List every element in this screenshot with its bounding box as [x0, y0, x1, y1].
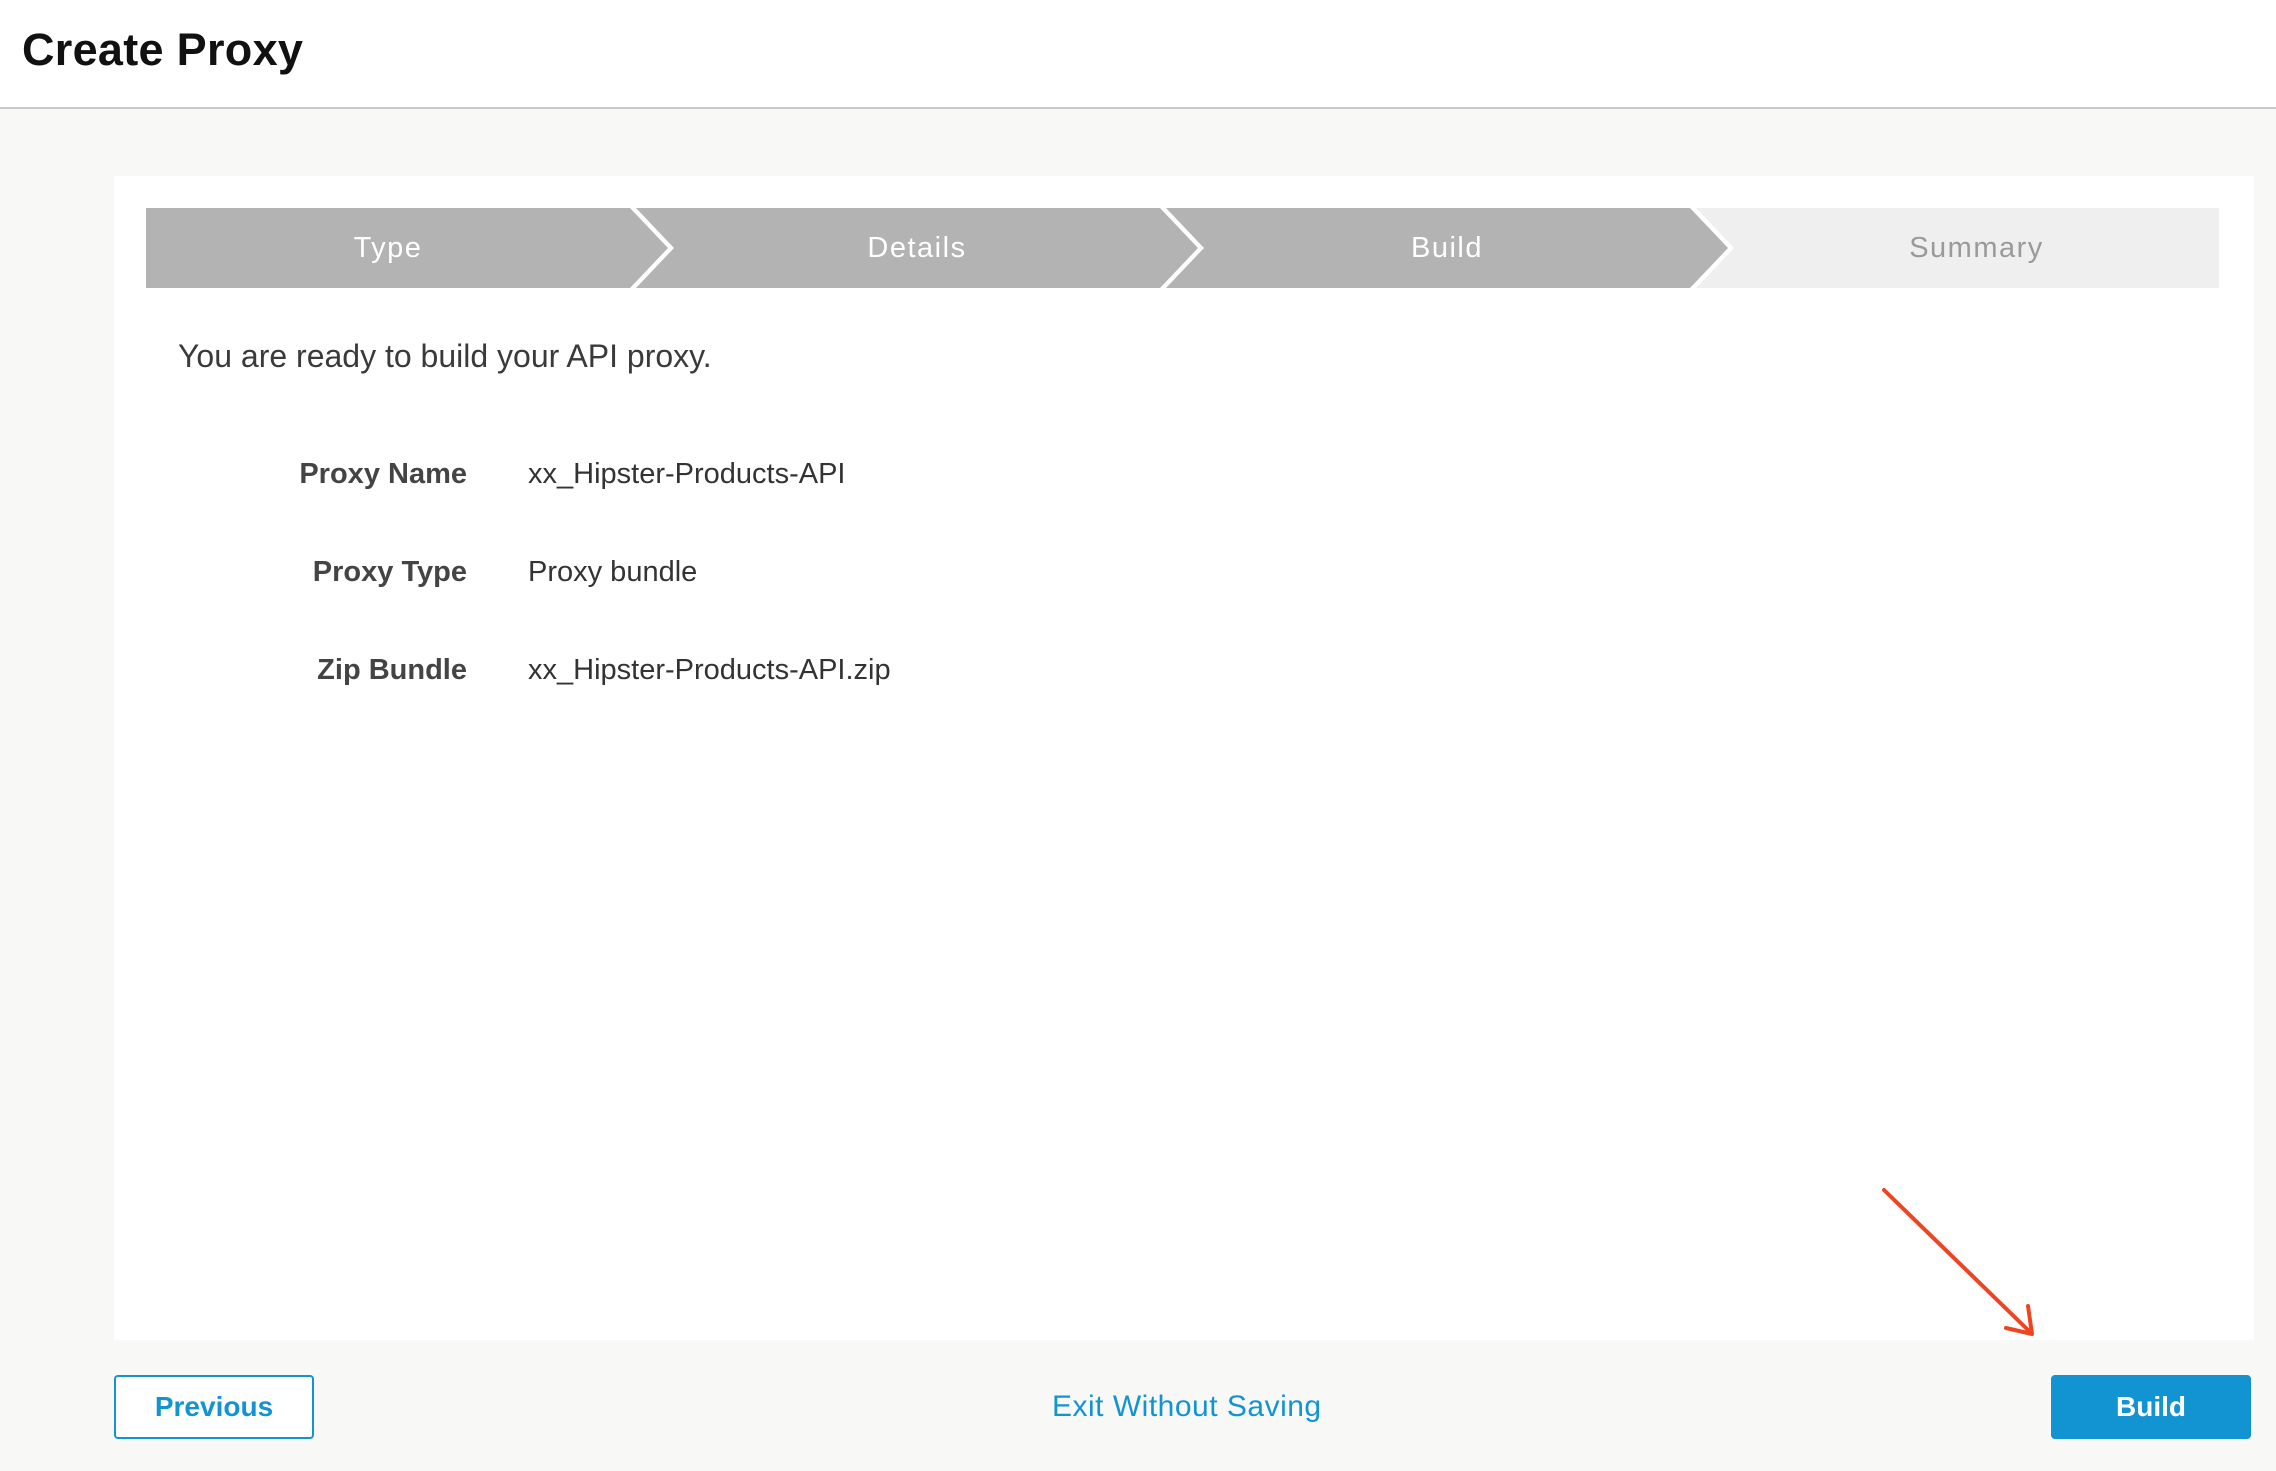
step-summary: Summary [1909, 232, 2044, 264]
page-title: Create Proxy [22, 24, 304, 75]
summary-value: xx_Hipster-Products-API.zip [528, 654, 891, 686]
summary-label: Proxy Name [299, 458, 467, 490]
step-details: Details [867, 232, 967, 264]
ready-message: You are ready to build your API proxy. [178, 338, 712, 374]
exit-without-saving-link[interactable]: Exit Without Saving [1052, 1390, 1322, 1424]
summary-value: Proxy bundle [528, 556, 698, 588]
summary-label: Zip Bundle [317, 654, 467, 686]
wizard-stepper: Type Details Build Summary [146, 208, 2219, 288]
arrow-pointer-icon [1882, 1188, 2034, 1336]
summary-row-proxy-name: Proxy Name xx_Hipster-Products-API [0, 458, 1200, 504]
page-header: Create Proxy [0, 0, 2276, 109]
step-build: Build [1411, 232, 1483, 264]
build-button[interactable]: Build [2051, 1375, 2251, 1439]
previous-button[interactable]: Previous [114, 1375, 314, 1439]
step-type: Type [353, 232, 423, 264]
summary-row-proxy-type: Proxy Type Proxy bundle [0, 556, 1200, 602]
summary-row-zip-bundle: Zip Bundle xx_Hipster-Products-API.zip [0, 654, 1200, 700]
summary-value: xx_Hipster-Products-API [528, 458, 846, 490]
summary-label: Proxy Type [312, 556, 467, 588]
